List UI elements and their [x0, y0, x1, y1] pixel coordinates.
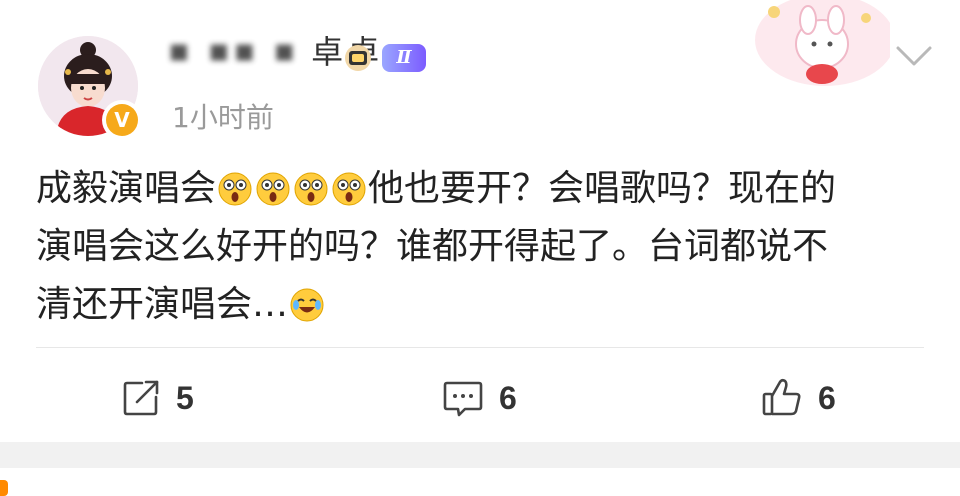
repost-count: 5: [176, 379, 194, 416]
action-bar: 5 6 6: [0, 360, 960, 436]
like-button[interactable]: 6: [760, 360, 836, 436]
laughing-tears-emoji-icon: [290, 288, 324, 322]
weibo-post-card: V ▪ ▪▪ ▪ 卓卓 Ⅱ 1小时前: [0, 0, 960, 442]
shocked-emoji-icon: [218, 172, 252, 206]
next-card-accent: [0, 480, 8, 496]
content-text: 清还开演唱会…: [36, 284, 289, 325]
post-time: 1小时前: [172, 101, 274, 134]
chevron-down-icon[interactable]: [892, 40, 936, 72]
verified-badge-icon: V: [102, 100, 142, 140]
fan-badge-icon: [345, 45, 371, 71]
author-name-blurred: ▪ ▪▪ ▪: [168, 31, 300, 69]
like-count: 6: [818, 379, 836, 416]
comment-icon: [443, 381, 483, 417]
repost-icon: [123, 380, 159, 416]
content-text: 演唱会这么好开的吗？谁都开得起了。台词都说不: [36, 226, 829, 267]
content-line: 成毅演唱会 😲😲😲😲 他也要开？会唱歌吗？现在的: [36, 160, 936, 218]
decoration-sticker-image: [740, 0, 895, 92]
section-separator: [0, 442, 960, 468]
content-text: 他也要开？会唱歌吗？现在的: [368, 168, 837, 209]
comment-count: 6: [499, 379, 517, 416]
content-line: 清还开演唱会… 😂: [36, 276, 936, 334]
repost-button[interactable]: 5: [120, 360, 194, 436]
content-line: 演唱会这么好开的吗？谁都开得起了。台词都说不: [36, 218, 936, 276]
post-content: 成毅演唱会 😲😲😲😲 他也要开？会唱歌吗？现在的 演唱会这么好开的吗？谁都开得起…: [36, 160, 936, 334]
divider: [36, 347, 924, 348]
thumbs-up-icon: [762, 378, 801, 416]
shocked-emoji-icon: [294, 172, 328, 206]
author-badges: Ⅱ: [340, 40, 426, 76]
shocked-emoji-icon: [256, 172, 290, 206]
content-text: 成毅演唱会: [36, 168, 217, 209]
shocked-emoji-icon: [332, 172, 366, 206]
level-badge: Ⅱ: [382, 44, 426, 72]
comment-button[interactable]: 6: [441, 360, 517, 436]
